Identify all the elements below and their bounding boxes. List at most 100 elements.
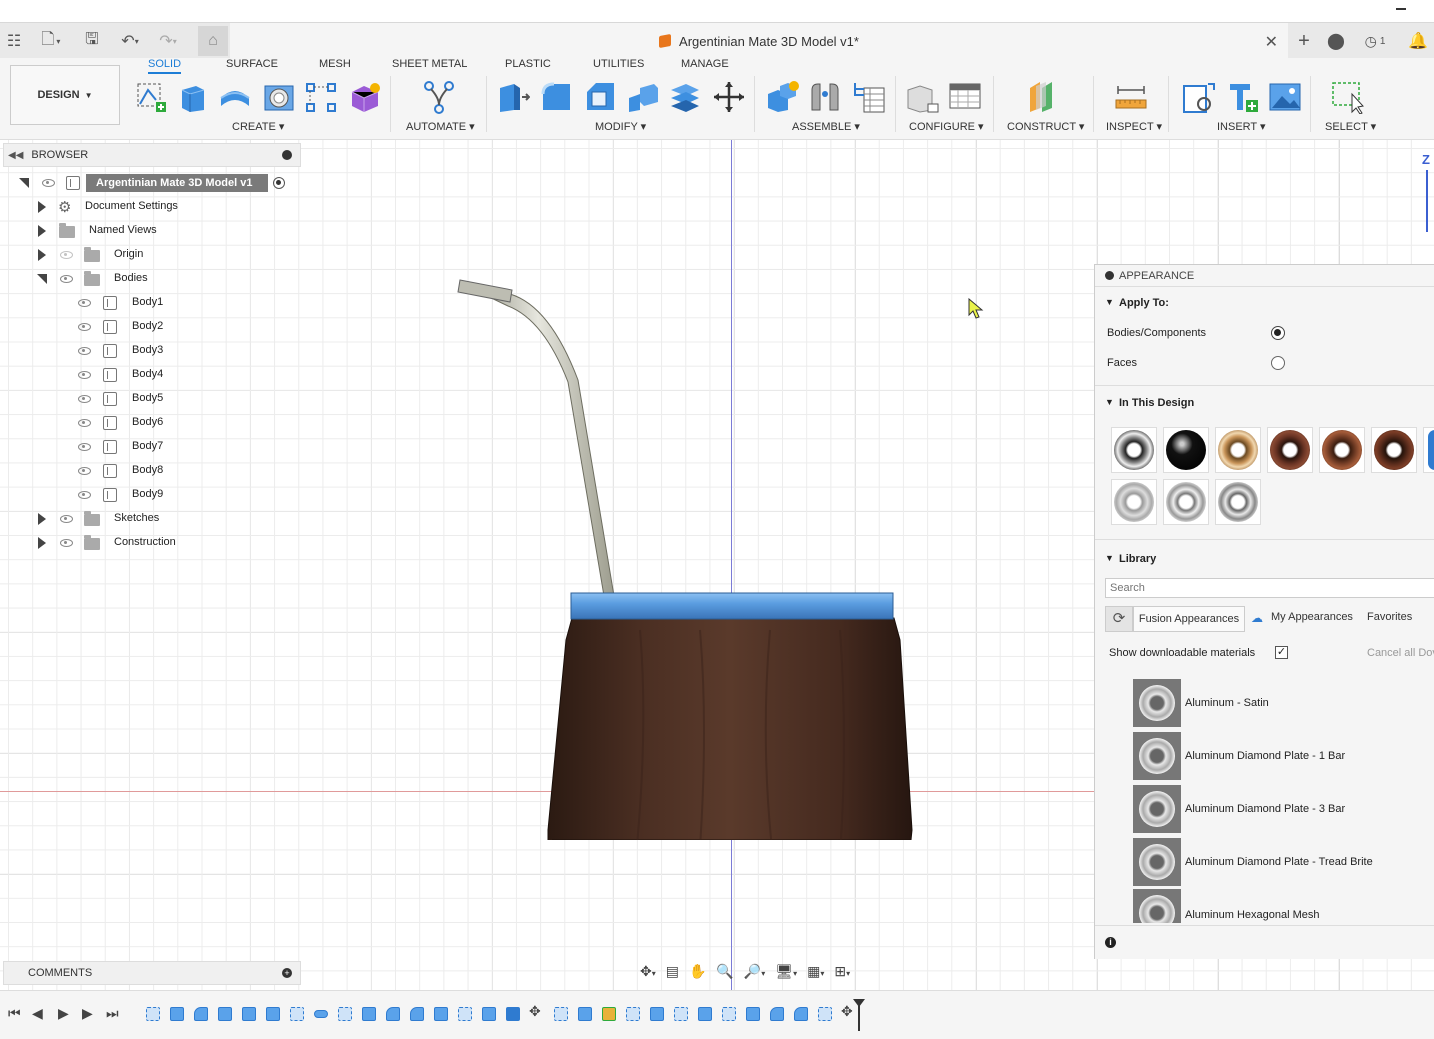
inspect-group[interactable]: INSPECT ▾ [1106, 120, 1162, 133]
visibility-icon[interactable] [78, 371, 91, 379]
measure-icon[interactable] [1114, 80, 1148, 114]
timeline-sketch[interactable] [674, 1007, 688, 1021]
pan-icon[interactable]: ✋ [689, 963, 706, 980]
timeline-feature[interactable] [482, 1007, 496, 1021]
body-row[interactable]: Body4 [0, 364, 300, 386]
timeline-feature[interactable] [314, 1010, 328, 1018]
visibility-icon[interactable] [78, 491, 91, 499]
timeline-feature[interactable] [746, 1007, 760, 1021]
timeline-sketch[interactable] [146, 1007, 160, 1021]
browser-item-sketches[interactable]: Sketches [0, 508, 300, 530]
visibility-icon[interactable] [42, 179, 55, 187]
configuration-table-icon[interactable] [948, 80, 982, 114]
timeline-sketch[interactable] [722, 1007, 736, 1021]
library-item[interactable]: Aluminum Hexagonal Mesh [1133, 889, 1320, 923]
timeline-feature[interactable] [362, 1007, 376, 1021]
fillet-icon[interactable] [540, 80, 574, 114]
body-row[interactable]: Body9 [0, 484, 300, 506]
timeline-sketch[interactable] [290, 1007, 304, 1021]
timeline-feature[interactable] [434, 1007, 448, 1021]
insert-group[interactable]: INSERT ▾ [1217, 120, 1266, 133]
offset-plane-icon[interactable] [1026, 80, 1060, 114]
appearance-swatch[interactable] [1371, 427, 1417, 473]
undo-icon[interactable]: ↶ ▾ [114, 29, 146, 53]
timeline-feature[interactable] [218, 1007, 232, 1021]
apps-grid-icon[interactable]: ☷ [2, 29, 26, 53]
go-to-end-icon[interactable]: ⏭ [106, 1005, 119, 1022]
revolve-icon[interactable] [218, 80, 252, 114]
automate-group[interactable]: AUTOMATE ▾ [406, 120, 475, 133]
save-icon[interactable]: 🖫 [80, 29, 104, 53]
appearance-swatch[interactable] [1163, 479, 1209, 525]
extensions-icon[interactable]: ⬤ [1324, 29, 1348, 53]
timeline-feature[interactable] [794, 1007, 808, 1021]
press-pull-icon[interactable] [496, 80, 530, 114]
minimize-browser-icon[interactable] [282, 150, 292, 160]
visibility-icon[interactable] [78, 299, 91, 307]
tab-my-appearances[interactable]: My Appearances [1271, 611, 1353, 623]
library-item[interactable]: Aluminum Diamond Plate - 3 Bar [1133, 783, 1345, 835]
visibility-icon[interactable] [60, 515, 73, 523]
expand-icon[interactable] [38, 225, 46, 237]
appearance-swatch[interactable] [1215, 479, 1261, 525]
timeline-move-icon[interactable]: ✥ [841, 1003, 853, 1020]
redo-icon[interactable]: ↷ ▾ [152, 29, 184, 53]
tab-utilities[interactable]: UTILITIES [593, 58, 644, 70]
step-back-icon[interactable]: ◀ [32, 1005, 43, 1022]
timeline-feature[interactable] [266, 1007, 280, 1021]
collapse-browser-icon[interactable]: ◀◀ [8, 150, 23, 161]
automate-icon[interactable] [422, 80, 456, 114]
show-downloadable-checkbox[interactable]: ✓ [1275, 646, 1288, 659]
play-icon[interactable]: ▶ [58, 1005, 69, 1022]
collapse-icon[interactable] [37, 274, 47, 284]
expand-icon[interactable] [38, 201, 46, 213]
go-to-start-icon[interactable]: ⏮ [8, 1005, 21, 1022]
timeline-feature[interactable] [170, 1007, 184, 1021]
library-item[interactable]: Aluminum Diamond Plate - Tread Brite [1133, 836, 1373, 888]
tab-plastic[interactable]: PLASTIC [505, 58, 551, 70]
tab-solid[interactable]: SOLID [148, 58, 182, 74]
configure-icon[interactable] [906, 80, 940, 114]
comments-panel[interactable]: COMMENTS + [3, 961, 301, 985]
add-comment-icon[interactable]: + [282, 968, 292, 978]
visibility-icon[interactable] [78, 443, 91, 451]
browser-item-named-views[interactable]: Named Views [0, 220, 300, 242]
visibility-icon[interactable] [78, 395, 91, 403]
appearance-swatch[interactable] [1111, 479, 1157, 525]
hidden-eye-icon[interactable] [60, 251, 73, 259]
activate-radio-icon[interactable] [273, 177, 285, 189]
refresh-icon[interactable]: ⟳ [1105, 606, 1133, 632]
expand-icon[interactable] [38, 513, 46, 525]
appearance-swatch[interactable] [1215, 427, 1261, 473]
browser-item-construction[interactable]: Construction [0, 532, 300, 554]
body-row[interactable]: Body2 [0, 316, 300, 338]
expand-icon[interactable] [38, 249, 46, 261]
body-row[interactable]: Body6 [0, 412, 300, 434]
insert-derive-icon[interactable] [1182, 80, 1216, 114]
info-icon[interactable]: i [1105, 937, 1116, 948]
bill-of-materials-icon[interactable] [852, 80, 886, 114]
tab-manage[interactable]: MANAGE [681, 58, 729, 70]
viewports-icon[interactable]: ⊞▾ [834, 963, 850, 980]
minimize-button[interactable] [1396, 8, 1406, 10]
timeline-feature[interactable] [650, 1007, 664, 1021]
visibility-icon[interactable] [78, 419, 91, 427]
browser-item-bodies[interactable]: Bodies [0, 268, 300, 290]
zoom-icon[interactable]: 🔍 [716, 963, 733, 980]
form-icon[interactable] [348, 80, 382, 114]
shell-icon[interactable] [626, 80, 660, 114]
timeline-sketch[interactable] [458, 1007, 472, 1021]
visibility-icon[interactable] [78, 347, 91, 355]
timeline-sketch[interactable] [818, 1007, 832, 1021]
notifications-icon[interactable]: 🔔 [1406, 29, 1430, 53]
body-row[interactable]: Body3 [0, 340, 300, 362]
appearance-swatch[interactable] [1319, 427, 1365, 473]
select-group[interactable]: SELECT ▾ [1325, 120, 1376, 133]
root-label[interactable]: Argentinian Mate 3D Model v1 [86, 174, 268, 192]
tab-mesh[interactable]: MESH [319, 58, 351, 70]
hole-icon[interactable] [262, 80, 296, 114]
timeline-feature[interactable] [698, 1007, 712, 1021]
tab-favorites[interactable]: Favorites [1367, 611, 1412, 623]
collapse-icon[interactable] [19, 178, 29, 188]
fit-icon[interactable]: 🔎▾ [744, 963, 765, 980]
